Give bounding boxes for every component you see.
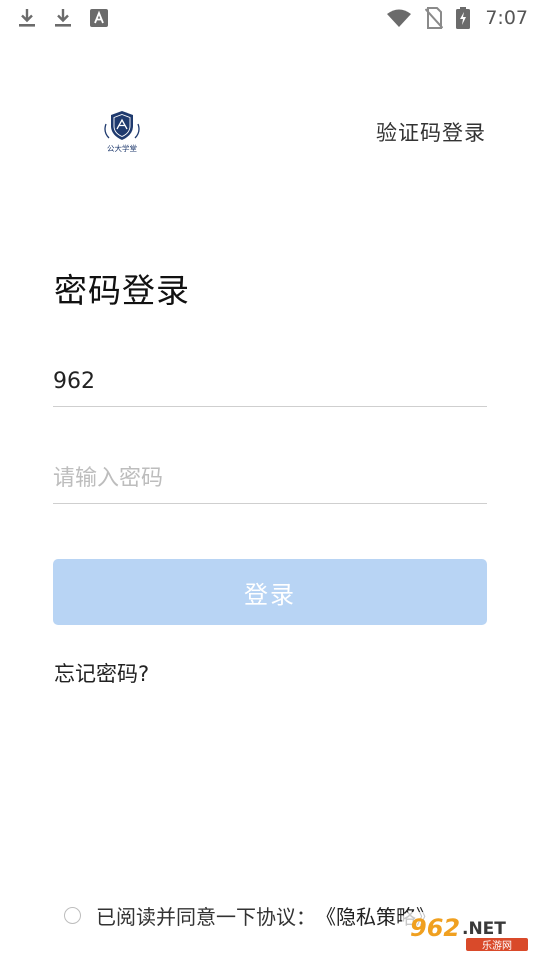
svg-text:乐游网: 乐游网	[482, 939, 512, 952]
download-icon	[52, 7, 74, 29]
app-a-icon	[88, 7, 110, 29]
page-title: 密码登录	[54, 271, 190, 310]
account-field	[53, 356, 487, 407]
sms-code-login-link[interactable]: 验证码登录	[376, 117, 486, 147]
wifi-icon	[385, 7, 413, 29]
battery-charging-icon	[455, 7, 471, 29]
status-bar-left	[16, 6, 110, 30]
svg-text:.NET: .NET	[462, 919, 506, 939]
status-bar: 7:07	[0, 0, 540, 36]
agreement-text: 已阅读并同意一下协议：	[96, 904, 316, 929]
svg-text:962: 962	[410, 914, 460, 942]
svg-text:公大学堂: 公大学堂	[107, 143, 137, 153]
site-watermark-logo: 962 .NET 乐游网	[400, 906, 536, 958]
no-sim-icon	[423, 7, 445, 29]
login-screen: 7:07 公大学堂 验证码登录 密码登录 登录 忘记密码? 已阅读并同意一下协议…	[0, 0, 540, 960]
download-icon	[16, 7, 38, 29]
forgot-password-link[interactable]: 忘记密码?	[54, 658, 149, 688]
password-field	[53, 453, 487, 504]
login-button[interactable]: 登录	[53, 559, 487, 625]
app-logo: 公大学堂	[100, 108, 144, 154]
agreement-row: 已阅读并同意一下协议： 《隐私策略》	[64, 900, 436, 930]
status-time: 7:07	[485, 7, 528, 29]
agreement-checkbox[interactable]	[64, 906, 81, 924]
password-input[interactable]	[53, 453, 487, 503]
status-bar-right: 7:07	[385, 6, 528, 30]
account-input[interactable]	[53, 356, 487, 406]
